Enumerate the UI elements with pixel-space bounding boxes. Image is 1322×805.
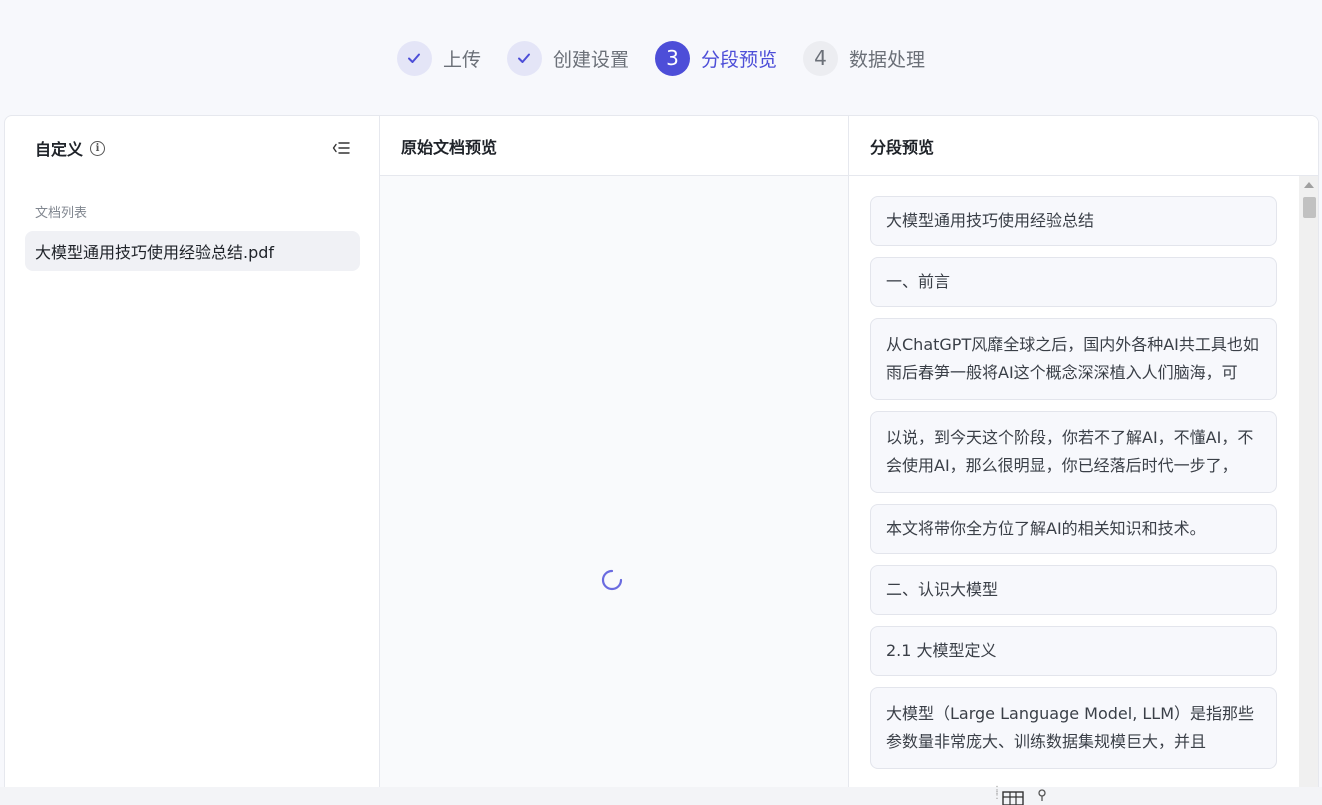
segment-item[interactable]: 以说，到今天这个阶段，你若不了解AI，不懂AI，不会使用AI，那么很明显，你已经… — [870, 411, 1277, 493]
segment-item[interactable]: 一、前言 — [870, 257, 1277, 307]
step-number: 3 — [655, 40, 690, 76]
step-label: 分段预览 — [701, 48, 778, 71]
step-data-processing[interactable]: 4 数据处理 — [803, 40, 926, 76]
doc-list-item[interactable]: 大模型通用技巧使用经验总结.pdf — [25, 231, 360, 271]
table-icon[interactable] — [1002, 791, 1024, 805]
drag-handle-icon[interactable]: ⋮ ⋮ — [992, 786, 1002, 801]
step-segment-preview[interactable]: 3 分段预览 — [655, 40, 778, 76]
doc-list-label: 文档列表 — [35, 206, 88, 221]
stepper: 上传 创建设置 3 分段预览 4 数据处理 — [0, 40, 1322, 76]
segment-scrollbar[interactable] — [1299, 176, 1318, 805]
main-card: 自定义 i 文档列表 大模型通用技巧使用经验总结.pdf 原始文档预览 分段预览… — [4, 115, 1319, 805]
original-preview-panel: 原始文档预览 — [380, 116, 849, 805]
segment-item[interactable]: 大模型（Large Language Model, LLM）是指那些参数量非常庞… — [870, 687, 1277, 769]
original-preview-title: 原始文档预览 — [380, 116, 848, 176]
info-icon[interactable]: i — [90, 140, 106, 156]
check-icon — [396, 40, 432, 76]
custom-title: 自定义 — [35, 140, 84, 159]
segment-preview-panel: 分段预览 大模型通用技巧使用经验总结 一、前言 从ChatGPT风靡全球之后，国… — [849, 116, 1318, 805]
custom-title-wrap: 自定义 i — [35, 136, 106, 160]
segment-item[interactable]: 二、认识大模型 — [870, 565, 1277, 615]
scroll-thumb[interactable] — [1303, 197, 1316, 218]
loading-spinner-icon — [601, 569, 623, 591]
segment-item[interactable]: 从ChatGPT风靡全球之后，国内外各种AI共工具也如雨后春笋一般将AI这个概念… — [870, 318, 1277, 400]
step-label: 数据处理 — [849, 48, 926, 71]
segment-scroll-area[interactable]: 大模型通用技巧使用经验总结 一、前言 从ChatGPT风靡全球之后，国内外各种A… — [849, 176, 1318, 805]
scroll-up-arrow-icon[interactable] — [1304, 182, 1314, 188]
step-upload[interactable]: 上传 — [396, 40, 481, 76]
collapse-list-icon[interactable] — [331, 138, 351, 158]
segment-list: 大模型通用技巧使用经验总结 一、前言 从ChatGPT风靡全球之后，国内外各种A… — [870, 196, 1277, 769]
segment-item[interactable]: 本文将带你全方位了解AI的相关知识和技术。 — [870, 504, 1277, 554]
step-label: 上传 — [442, 48, 481, 71]
custom-panel-header: 自定义 i — [35, 136, 351, 160]
step-label: 创建设置 — [552, 48, 629, 71]
step-create-settings[interactable]: 创建设置 — [506, 40, 629, 76]
bottom-strip — [0, 787, 1322, 805]
check-icon — [506, 40, 542, 76]
segment-item[interactable]: 大模型通用技巧使用经验总结 — [870, 196, 1277, 246]
step-number: 4 — [803, 40, 839, 76]
segment-preview-title: 分段预览 — [849, 116, 1318, 176]
segment-item[interactable]: 2.1 大模型定义 — [870, 626, 1277, 676]
custom-panel: 自定义 i 文档列表 大模型通用技巧使用经验总结.pdf — [5, 116, 380, 805]
key-icon[interactable] — [1036, 789, 1048, 801]
